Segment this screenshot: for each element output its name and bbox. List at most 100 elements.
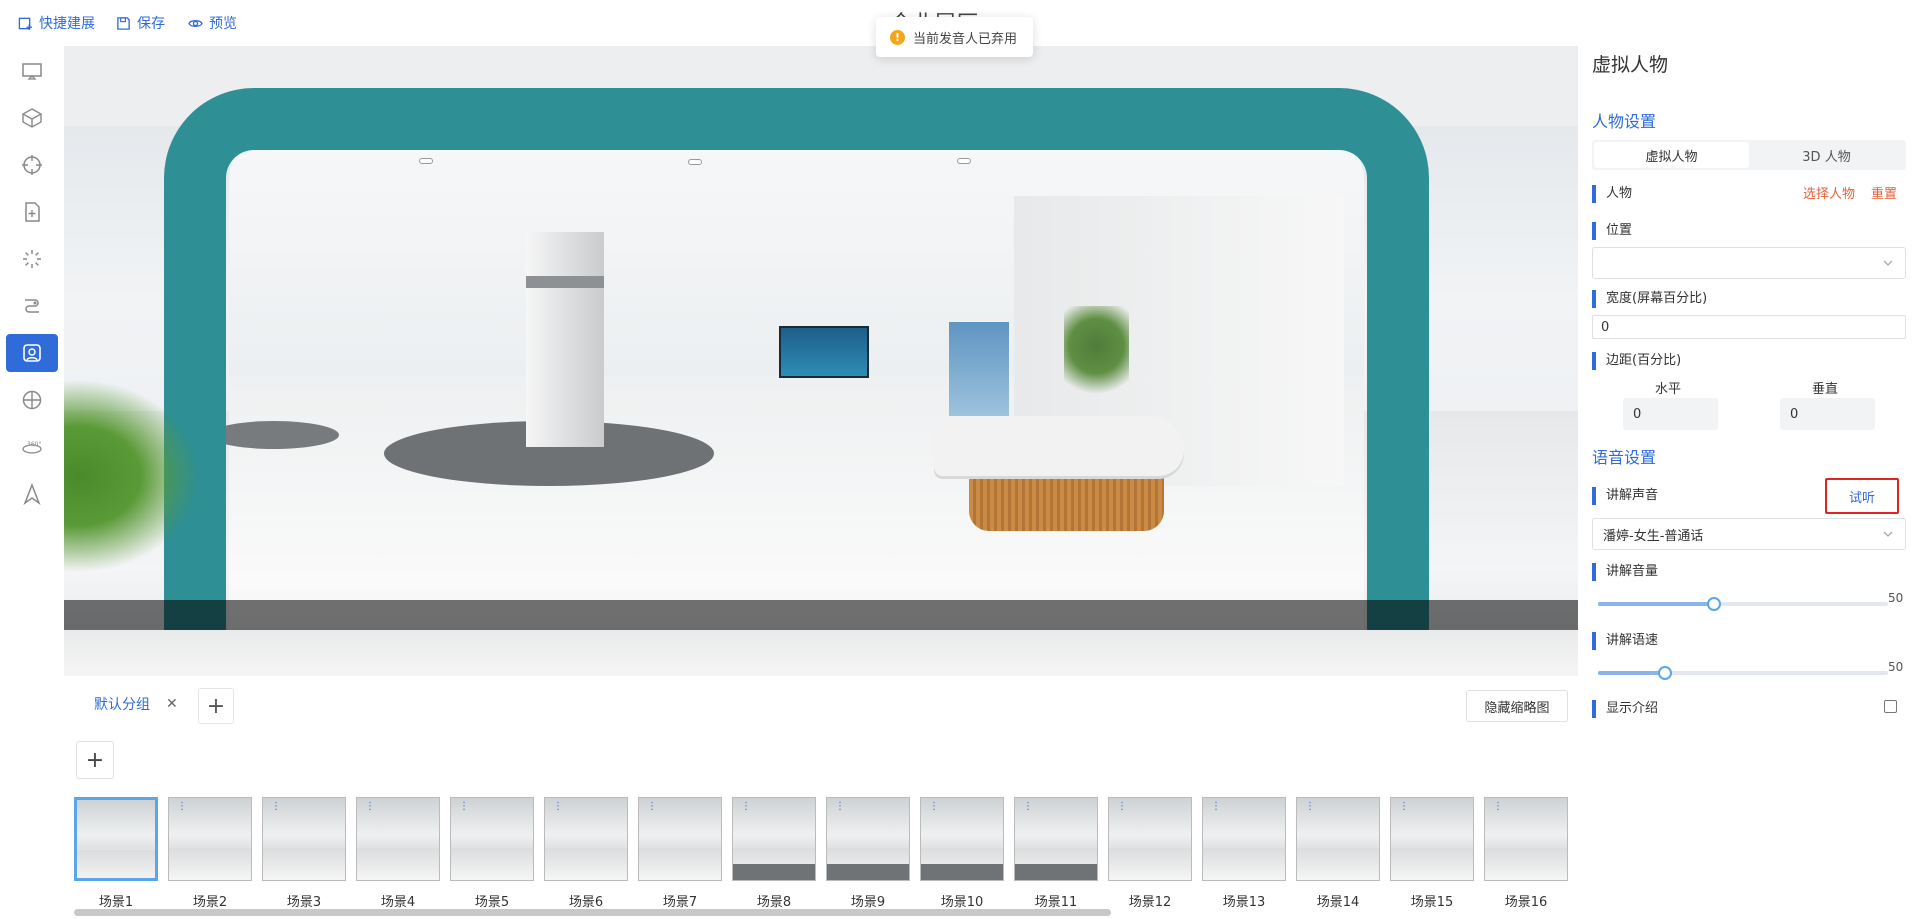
scene-thumbnail[interactable]: ⋮ 场景9 bbox=[826, 797, 910, 910]
voice-select[interactable]: 潘婷-女生-普通话 bbox=[1592, 518, 1906, 550]
scene-thumbnail[interactable]: ⋮ 场景6 bbox=[544, 797, 628, 910]
left-sidebar: 360° bbox=[0, 46, 64, 919]
horizontal-scrollbar[interactable] bbox=[74, 909, 1111, 916]
scene-preview-image[interactable]: ⋮ bbox=[1014, 797, 1098, 881]
seg-3d-character[interactable]: 3D 人物 bbox=[1749, 142, 1904, 168]
more-menu-icon[interactable]: ⋮ bbox=[1399, 802, 1409, 812]
panorama-viewport[interactable] bbox=[64, 46, 1578, 676]
more-menu-icon[interactable]: ⋮ bbox=[271, 802, 281, 812]
save-button[interactable]: 保存 bbox=[116, 12, 165, 34]
svg-text:360°: 360° bbox=[27, 441, 41, 448]
sidebar-item-360[interactable]: 360° bbox=[6, 428, 58, 466]
character-settings-heading: 人物设置 bbox=[1592, 112, 1657, 131]
position-select[interactable] bbox=[1592, 247, 1906, 279]
teal-archway bbox=[164, 88, 1429, 676]
preview-button[interactable]: 预览 bbox=[188, 12, 237, 34]
slider-handle[interactable] bbox=[1657, 666, 1672, 680]
seg-virtual-character[interactable]: 虚拟人物 bbox=[1594, 142, 1749, 168]
more-menu-icon[interactable]: ⋮ bbox=[177, 802, 187, 812]
more-menu-icon[interactable]: ⋮ bbox=[647, 802, 657, 812]
foreground-floor bbox=[64, 630, 1578, 676]
sidebar-item-add-file[interactable] bbox=[6, 193, 58, 231]
scene-label: 场景5 bbox=[474, 895, 510, 910]
scene-preview-image[interactable]: ⋮ bbox=[1108, 797, 1192, 881]
show-intro-checkbox[interactable] bbox=[1884, 700, 1897, 713]
width-input[interactable]: 0 bbox=[1592, 315, 1906, 339]
hide-thumbnails-button[interactable]: 隐藏缩略图 bbox=[1466, 690, 1568, 722]
avatar-icon bbox=[23, 344, 41, 362]
margin-vertical-input[interactable]: 0 bbox=[1780, 398, 1875, 430]
scene-preview-image[interactable] bbox=[74, 797, 158, 881]
more-menu-icon[interactable]: ⋮ bbox=[459, 802, 469, 812]
volume-slider[interactable] bbox=[1598, 597, 1888, 611]
more-menu-icon[interactable]: ⋮ bbox=[1305, 802, 1315, 812]
scene-preview-image[interactable]: ⋮ bbox=[638, 797, 722, 881]
speed-slider[interactable] bbox=[1598, 666, 1888, 680]
scene-thumbnail[interactable]: ⋮ 场景16 bbox=[1484, 797, 1568, 910]
sidebar-item-avatar[interactable] bbox=[6, 334, 58, 372]
tab-default-group[interactable]: 默认分组 ✕ bbox=[76, 686, 196, 724]
sidebar-item-loading[interactable] bbox=[6, 240, 58, 278]
properties-panel: 虚拟人物 人物设置 虚拟人物 3D 人物 人物 选择人物 重置 位置 宽度(屏幕… bbox=[1578, 46, 1920, 919]
scene-label: 场景11 bbox=[1034, 895, 1078, 910]
scene-thumbnail[interactable]: ⋮ 场景4 bbox=[356, 797, 440, 910]
scene-preview-image[interactable]: ⋮ bbox=[732, 797, 816, 881]
select-character-link[interactable]: 选择人物 bbox=[1803, 183, 1855, 202]
speed-value: 50 bbox=[1888, 660, 1904, 674]
scene-thumbnail[interactable]: ⋮ 场景3 bbox=[262, 797, 346, 910]
try-listen-button[interactable]: 试听 bbox=[1825, 478, 1899, 514]
scene-thumbnail[interactable]: ⋮ 场景13 bbox=[1202, 797, 1286, 910]
add-group-button[interactable]: + bbox=[198, 688, 234, 724]
more-menu-icon[interactable]: ⋮ bbox=[1211, 802, 1221, 812]
close-icon[interactable]: ✕ bbox=[166, 696, 178, 712]
scene-thumbnail[interactable]: ⋮ 场景12 bbox=[1108, 797, 1192, 910]
scene-preview-image[interactable]: ⋮ bbox=[1202, 797, 1286, 881]
sidebar-item-navigate[interactable] bbox=[6, 475, 58, 513]
margin-horizontal-input[interactable]: 0 bbox=[1623, 398, 1718, 430]
scene-preview-image[interactable]: ⋮ bbox=[544, 797, 628, 881]
scene-preview-image[interactable]: ⋮ bbox=[450, 797, 534, 881]
scene-thumbnail[interactable]: ⋮ 场景7 bbox=[638, 797, 722, 910]
scene-preview-image[interactable]: ⋮ bbox=[1484, 797, 1568, 881]
sidebar-item-effects[interactable] bbox=[6, 287, 58, 325]
scene-thumbnail[interactable]: ⋮ 场景10 bbox=[920, 797, 1004, 910]
scene-preview-image[interactable]: ⋮ bbox=[1390, 797, 1474, 881]
scene-thumbnail[interactable]: 场景1 bbox=[74, 797, 158, 910]
quick-build-button[interactable]: 快捷建展 bbox=[18, 12, 95, 34]
sidebar-item-screen[interactable] bbox=[6, 52, 58, 90]
more-menu-icon[interactable]: ⋮ bbox=[835, 802, 845, 812]
scene-thumbnail[interactable]: ⋮ 场景5 bbox=[450, 797, 534, 910]
sidebar-item-model[interactable] bbox=[6, 99, 58, 137]
volume-label: 讲解音量 bbox=[1592, 563, 1658, 581]
scene-thumbnail[interactable]: ⋮ 场景8 bbox=[732, 797, 816, 910]
scene-preview-image[interactable]: ⋮ bbox=[356, 797, 440, 881]
chevron-down-icon bbox=[1883, 531, 1893, 537]
scene-thumbnail[interactable]: ⋮ 场景2 bbox=[168, 797, 252, 910]
sidebar-item-grid[interactable] bbox=[6, 381, 58, 419]
more-menu-icon[interactable]: ⋮ bbox=[1117, 802, 1127, 812]
more-menu-icon[interactable]: ⋮ bbox=[1023, 802, 1033, 812]
warning-icon: ! bbox=[890, 29, 905, 45]
more-menu-icon[interactable]: ⋮ bbox=[1493, 802, 1503, 812]
scene-preview-image[interactable]: ⋮ bbox=[1296, 797, 1380, 881]
scene-thumbnail[interactable]: ⋮ 场景14 bbox=[1296, 797, 1380, 910]
scene-thumbnail[interactable]: ⋮ 场景15 bbox=[1390, 797, 1474, 910]
scene-thumbnail[interactable]: ⋮ 场景11 bbox=[1014, 797, 1098, 910]
more-menu-icon[interactable]: ⋮ bbox=[741, 802, 751, 812]
more-menu-icon[interactable]: ⋮ bbox=[929, 802, 939, 812]
add-scene-button[interactable]: + bbox=[76, 741, 114, 779]
scene-preview-image[interactable]: ⋮ bbox=[826, 797, 910, 881]
more-menu-icon[interactable]: ⋮ bbox=[365, 802, 375, 812]
360-icon: 360° bbox=[22, 441, 42, 454]
deprecated-voice-toast: ! 当前发音人已弃用 bbox=[876, 17, 1034, 57]
slider-handle[interactable] bbox=[1707, 597, 1721, 611]
scene-preview-image[interactable]: ⋮ bbox=[262, 797, 346, 881]
quick-build-icon bbox=[18, 17, 33, 30]
scene-preview-image[interactable]: ⋮ bbox=[920, 797, 1004, 881]
scene-label: 场景16 bbox=[1504, 895, 1548, 910]
sidebar-item-hotspot[interactable] bbox=[6, 146, 58, 184]
reset-link[interactable]: 重置 bbox=[1871, 183, 1897, 202]
more-menu-icon[interactable]: ⋮ bbox=[553, 802, 563, 812]
scene-preview-image[interactable]: ⋮ bbox=[168, 797, 252, 881]
voice-label: 讲解声音 bbox=[1592, 487, 1658, 505]
